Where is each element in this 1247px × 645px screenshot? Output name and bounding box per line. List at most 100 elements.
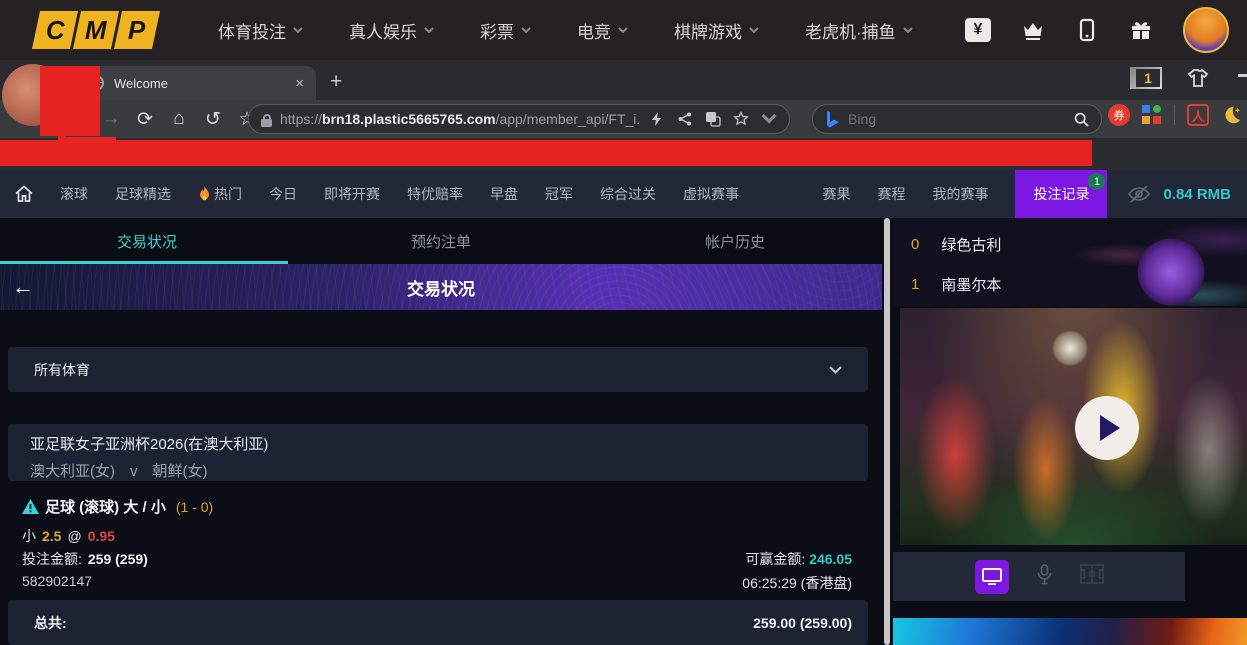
address-bar[interactable]: https://brn18.plastic5665765.com/app/mem… xyxy=(248,104,790,134)
gift-icon[interactable] xyxy=(1129,18,1153,42)
search-icon[interactable] xyxy=(1074,112,1089,127)
chevron-down-icon xyxy=(521,27,531,34)
score-row: 0 绿色古利 xyxy=(911,234,1001,255)
screen: C M P 体育投注 真人娱乐 彩票 电竞 棋牌游戏 老虎机·捕鱼 ¥ Welc… xyxy=(0,0,1247,645)
sport-filter-dropdown[interactable]: 所有体育 xyxy=(8,347,868,392)
at-sign: @ xyxy=(67,528,81,544)
subnav-label: 特优赔率 xyxy=(407,184,463,204)
nav-item-sports[interactable]: 体育投注 xyxy=(218,18,303,43)
site-top-nav: C M P 体育投注 真人娱乐 彩票 电竞 棋牌游戏 老虎机·捕鱼 ¥ xyxy=(0,0,1247,60)
subnav-label: 今日 xyxy=(269,184,297,204)
browser-tab-welcome[interactable]: Welcome × xyxy=(76,66,316,100)
subnav-label: 即将开赛 xyxy=(324,184,380,204)
subnav-starting-soon[interactable]: 即将开赛 xyxy=(324,184,380,204)
chevron-down-icon[interactable] xyxy=(761,111,777,127)
bing-search-box[interactable] xyxy=(812,104,1102,134)
bet-id: 582902147 xyxy=(22,573,92,589)
live-stream-thumbnail[interactable] xyxy=(900,308,1247,545)
nav-item-lottery[interactable]: 彩票 xyxy=(480,18,531,43)
crown-icon[interactable] xyxy=(1021,18,1045,42)
subnav-live-betting[interactable]: 滚球 xyxy=(60,184,88,204)
nav-item-live-casino[interactable]: 真人娱乐 xyxy=(349,18,434,43)
subnav-soccer-featured[interactable]: 足球精选 xyxy=(115,184,171,204)
bing-logo-icon xyxy=(825,111,840,128)
sport-filter-value: 所有体育 xyxy=(34,360,90,380)
tab-reserved-bets[interactable]: 预约注单 xyxy=(294,218,588,264)
play-button[interactable] xyxy=(1075,396,1139,460)
bet-record-button[interactable]: 投注记录 1 xyxy=(1015,170,1107,218)
url-host: brn18.plastic5665765.com xyxy=(322,111,496,127)
search-input[interactable] xyxy=(848,111,1066,127)
tab-trading-status[interactable]: 交易状况 xyxy=(0,218,294,264)
badge-count: 1 xyxy=(1094,176,1100,188)
pdf-extension-icon[interactable]: 人 xyxy=(1187,104,1209,126)
tab-count-box[interactable]: 1 xyxy=(1130,67,1162,89)
bet-time: 06:25:29 (香港盘) xyxy=(742,573,852,593)
subnav-label: 赛果 xyxy=(822,184,850,204)
promo-banner-strip[interactable] xyxy=(893,618,1247,645)
subnav-special-odds[interactable]: 特优赔率 xyxy=(407,184,463,204)
home-icon[interactable] xyxy=(14,184,34,204)
pitch-view-button[interactable] xyxy=(1080,564,1104,589)
tab-label: 帐户历史 xyxy=(705,231,765,252)
balance-amount: 0.84 RMB xyxy=(1163,186,1231,203)
subnav-today[interactable]: 今日 xyxy=(269,184,297,204)
subnav-hot[interactable]: 热门 xyxy=(198,184,242,204)
dark-mode-moon-icon[interactable] xyxy=(1221,104,1243,126)
subnav-parlay[interactable]: 综合过关 xyxy=(600,184,656,204)
team-name: 绿色古利 xyxy=(941,234,1001,255)
total-label: 总共: xyxy=(34,613,67,633)
handicap-line: 2.5 xyxy=(42,528,61,544)
bet-id-value: 582902147 xyxy=(22,573,92,589)
subnav-label: 综合过关 xyxy=(600,184,656,204)
page-header-band: ← 交易状况 xyxy=(0,264,882,310)
subnav-results[interactable]: 赛果 xyxy=(822,184,850,204)
chevron-down-icon xyxy=(749,27,759,34)
stream-mode-bar xyxy=(893,552,1185,601)
chevron-down-icon xyxy=(829,366,842,374)
redaction-mark xyxy=(58,132,116,144)
cmp-logo[interactable]: C M P xyxy=(36,11,156,49)
chevron-down-icon xyxy=(618,27,628,34)
nav-item-esports[interactable]: 电竞 xyxy=(577,18,628,43)
tv-stream-button[interactable] xyxy=(975,560,1009,594)
total-bar: 总共: 259.00 (259.00) xyxy=(8,600,868,645)
statement-tabs: 交易状况 预约注单 帐户历史 xyxy=(0,218,882,264)
new-tab-button[interactable]: + xyxy=(330,70,342,94)
theme-skin-icon[interactable] xyxy=(1186,66,1210,90)
undo-icon[interactable]: ↺ xyxy=(196,108,230,131)
audio-commentary-button[interactable] xyxy=(1037,564,1052,590)
extensions-grid-icon[interactable] xyxy=(1142,105,1162,125)
subnav-my-matches[interactable]: 我的赛事 xyxy=(932,184,988,204)
nav-item-board-games[interactable]: 棋牌游戏 xyxy=(674,18,759,43)
lock-icon xyxy=(261,114,272,127)
nav-item-slots-fishing[interactable]: 老虎机·捕鱼 xyxy=(805,18,913,43)
lightning-icon[interactable] xyxy=(649,111,665,127)
user-avatar[interactable] xyxy=(1183,7,1229,53)
subnav-label: 冠军 xyxy=(545,184,573,204)
coupon-extension-icon[interactable]: 券 xyxy=(1108,104,1130,126)
nav-label: 彩票 xyxy=(480,18,514,43)
mobile-icon[interactable] xyxy=(1075,18,1099,42)
subnav-early-market[interactable]: 早盘 xyxy=(490,184,518,204)
tab-close-icon[interactable]: × xyxy=(295,75,304,92)
share-icon[interactable] xyxy=(677,111,693,127)
bookmark-star-icon[interactable] xyxy=(733,111,749,127)
subnav-virtual-sports[interactable]: 虚拟赛事 xyxy=(683,184,739,204)
tab-account-history[interactable]: 帐户历史 xyxy=(588,218,882,264)
logo-tile: C xyxy=(32,11,78,49)
translate-icon[interactable] xyxy=(705,111,721,127)
vertical-scrollbar[interactable] xyxy=(884,218,890,645)
tab-label: 交易状况 xyxy=(117,231,177,252)
divider xyxy=(1174,105,1175,125)
url-path: /app/member_api/FT_i... xyxy=(496,111,641,127)
subnav-outright[interactable]: 冠军 xyxy=(545,184,573,204)
live-score-panel: 0 绿色古利 1 南墨尔本 xyxy=(893,218,1247,306)
redaction-mark xyxy=(40,66,100,136)
home-icon[interactable]: ⌂ xyxy=(162,108,196,130)
subnav-schedule[interactable]: 赛程 xyxy=(877,184,905,204)
reload-icon[interactable]: ⟳ xyxy=(128,108,162,131)
deposit-icon[interactable]: ¥ xyxy=(965,18,991,42)
hide-balance-eye-icon[interactable] xyxy=(1127,184,1151,204)
minimize-button[interactable] xyxy=(1238,74,1247,77)
